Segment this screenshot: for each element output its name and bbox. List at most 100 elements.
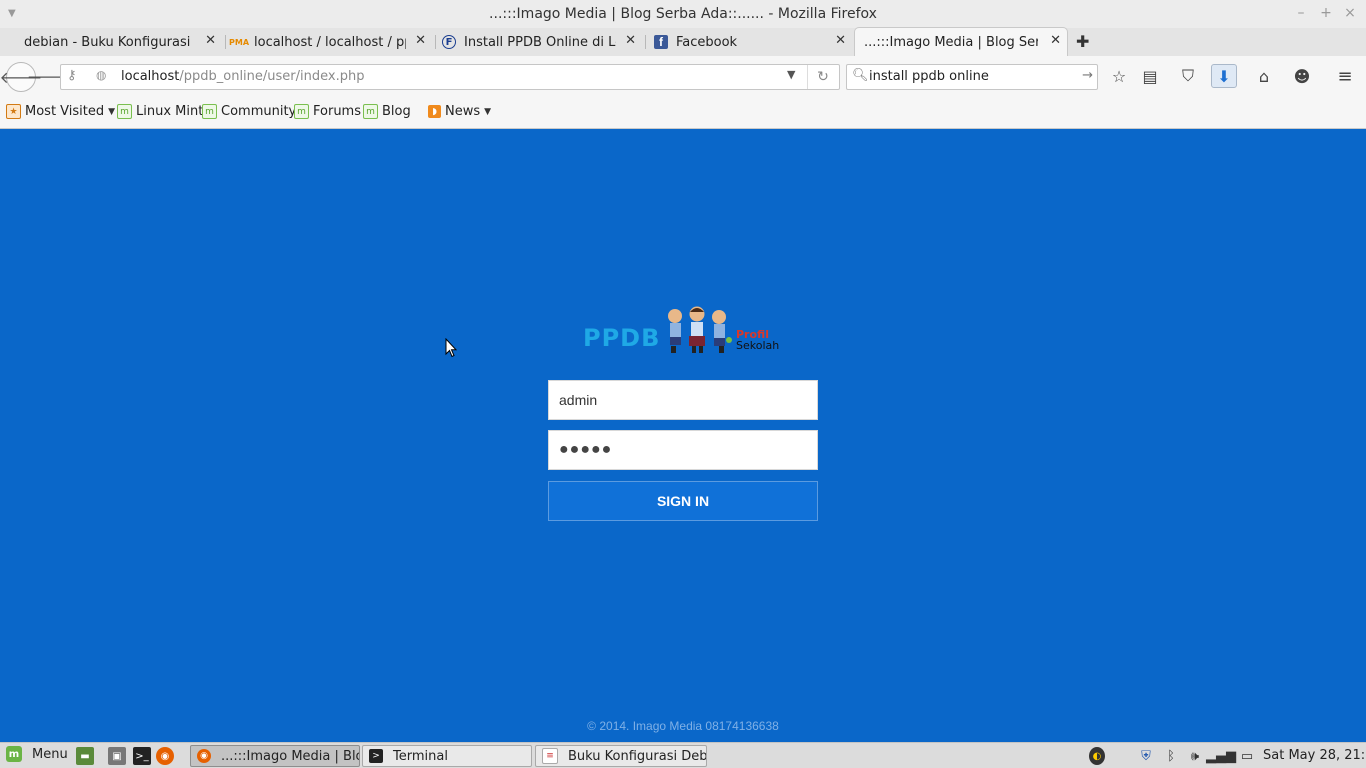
clipboard-icon: ▤ [1142,66,1158,86]
bookmark-label: Blog [382,104,411,119]
facebook-icon: f [654,35,668,49]
tab-localhost-phpmyadmin[interactable]: PMA localhost / localhost / ppd... ✕ [229,28,432,56]
mint-bookmark-icon: m [363,104,378,119]
key-icon[interactable]: ⚷ [67,68,77,83]
hamburger-menu-icon: ≡ [1337,65,1353,87]
url-host: localhost [121,69,180,84]
sign-in-button[interactable]: SIGN IN [548,481,818,521]
bluetooth-icon[interactable]: ᛒ [1163,747,1179,765]
task-label: Terminal [393,748,448,764]
task-terminal[interactable]: > Terminal [362,745,532,767]
color-app-tray-icon[interactable]: ◐ [1089,747,1105,765]
url-bar[interactable]: ⚷ ◍ localhost/ppdb_online/user/index.php… [60,64,840,90]
username-field[interactable] [548,380,818,420]
window-titlebar: ▼ ...:::Imago Media | Blog Serba Ada::..… [0,0,1366,28]
home-icon: ⌂ [1258,66,1270,86]
tab-separator [435,35,436,49]
bookmark-most-visited[interactable]: ★ Most Visited ▼ [6,104,115,119]
history-dropdown-icon[interactable]: ▼ [787,68,795,81]
bookmark-news[interactable]: ◗ News ▼ [428,104,491,119]
bookmark-community[interactable]: m Community [202,104,296,119]
navigation-toolbar: 🡐 🡒 ⚷ ◍ localhost/ppdb_online/user/index… [0,56,1366,96]
shield-icon[interactable]: ⛨ [1138,747,1154,765]
search-bar[interactable]: 🔍︎ → [846,64,1098,90]
task-label: Buku Konfigurasi Debi... [568,748,707,764]
password-input[interactable] [549,431,817,469]
search-go-icon[interactable]: → [1082,68,1093,83]
tab-close-icon[interactable]: ✕ [1050,33,1061,48]
bookmark-label: Linux Mint [136,104,204,119]
download-arrow-icon: ⬇ [1217,66,1231,86]
bookmark-label: Community [221,104,297,119]
task-firefox[interactable]: ◉ ...:::Imago Media | Blo... [190,745,360,767]
firefox-launcher-icon[interactable]: ◉ [156,747,174,765]
mint-bookmark-icon: m [202,104,217,119]
chevron-down-icon: ▼ [484,106,492,117]
search-input[interactable] [869,67,1069,85]
file-manager-icon[interactable]: ▣ [108,747,126,765]
bookmark-forums[interactable]: m Forums [294,104,361,119]
phpmyadmin-icon: PMA [229,37,250,47]
reload-icon: ↻ [817,69,829,85]
start-menu-label: Menu [32,746,68,762]
home-button[interactable]: ⌂ [1252,66,1276,86]
bookmark-star-button[interactable]: ☆ [1107,66,1131,86]
reload-button[interactable]: ↻ [807,65,838,89]
bookmark-blog[interactable]: m Blog [363,104,411,119]
document-icon: ≡ [542,748,558,764]
bookmark-label: News [445,104,481,119]
f-circle-icon: F [442,35,456,49]
tab-install-ppdb[interactable]: F Install PPDB Online di Loc... ✕ [442,28,642,56]
hello-button[interactable]: ☻ [1290,66,1314,86]
network-signal-icon[interactable]: ▂▄▆ [1206,747,1236,765]
tab-separator [225,35,226,49]
reading-list-button[interactable]: ▤ [1138,66,1162,86]
task-document[interactable]: ≡ Buku Konfigurasi Debi... [535,745,707,767]
password-field[interactable] [548,430,818,470]
close-window-button[interactable]: × [1342,5,1358,21]
new-tab-button[interactable]: ✚ [1076,32,1089,51]
tab-close-icon[interactable]: ✕ [415,33,426,48]
main-menu-button[interactable]: ≡ [1333,65,1357,87]
tab-close-icon[interactable]: ✕ [205,33,216,48]
mint-bookmark-icon: m [294,104,309,119]
url-text[interactable]: localhost/ppdb_online/user/index.php [121,69,364,84]
show-desktop-icon[interactable]: ▬ [76,747,94,765]
forward-button[interactable]: 🡒 [27,66,67,86]
mint-logo-icon: m [6,746,22,762]
volume-icon[interactable]: 🕪 [1187,747,1203,765]
mint-bookmark-icon: m [117,104,132,119]
maximize-button[interactable]: + [1318,5,1334,21]
star-icon: ☆ [1111,66,1127,86]
clock[interactable]: Sat May 28, 21:24 [1263,748,1366,763]
username-input[interactable] [549,381,817,419]
pocket-button[interactable]: ⛉ [1176,66,1200,86]
tab-label: debian - Buku Konfigurasi De... [24,34,194,50]
tab-imago-media[interactable]: ...:::Imago Media | Blog Serb... ✕ [854,27,1068,57]
battery-icon[interactable]: ▭ [1239,747,1255,765]
taskbar: m Menu ▬ ▣ >_ ◉ ◉ ...:::Imago Media | Bl… [0,742,1366,768]
logo-sekolah-text: Sekolah [736,339,780,352]
rss-icon: ◗ [428,105,441,118]
downloads-button[interactable]: ⬇ [1211,64,1237,88]
page-footer: © 2014. Imago Media 08174136638 [587,719,779,733]
tab-strip: debian - Buku Konfigurasi De... ✕ PMA lo… [0,27,1366,57]
tab-close-icon[interactable]: ✕ [835,33,846,48]
tab-debian-buku[interactable]: debian - Buku Konfigurasi De... ✕ [18,28,222,56]
terminal-launcher-icon[interactable]: >_ [133,747,151,765]
tab-close-icon[interactable]: ✕ [625,33,636,48]
globe-icon[interactable]: ◍ [96,68,106,82]
tab-separator [645,35,646,49]
bookmark-label: Most Visited [25,104,105,119]
window-menu-icon[interactable]: ▼ [8,8,16,19]
mouse-cursor-icon [445,338,457,358]
students-illustration [668,306,732,353]
terminal-icon: > [369,749,383,763]
minimize-button[interactable]: – [1293,5,1309,21]
search-icon[interactable]: 🔍︎ [852,68,869,83]
tab-facebook[interactable]: f Facebook ✕ [654,28,852,56]
chevron-down-icon: ▼ [108,106,116,117]
tab-label: localhost / localhost / ppd... [254,34,406,50]
bookmark-linux-mint[interactable]: m Linux Mint [117,104,203,119]
start-menu-button[interactable]: m Menu [6,746,68,762]
